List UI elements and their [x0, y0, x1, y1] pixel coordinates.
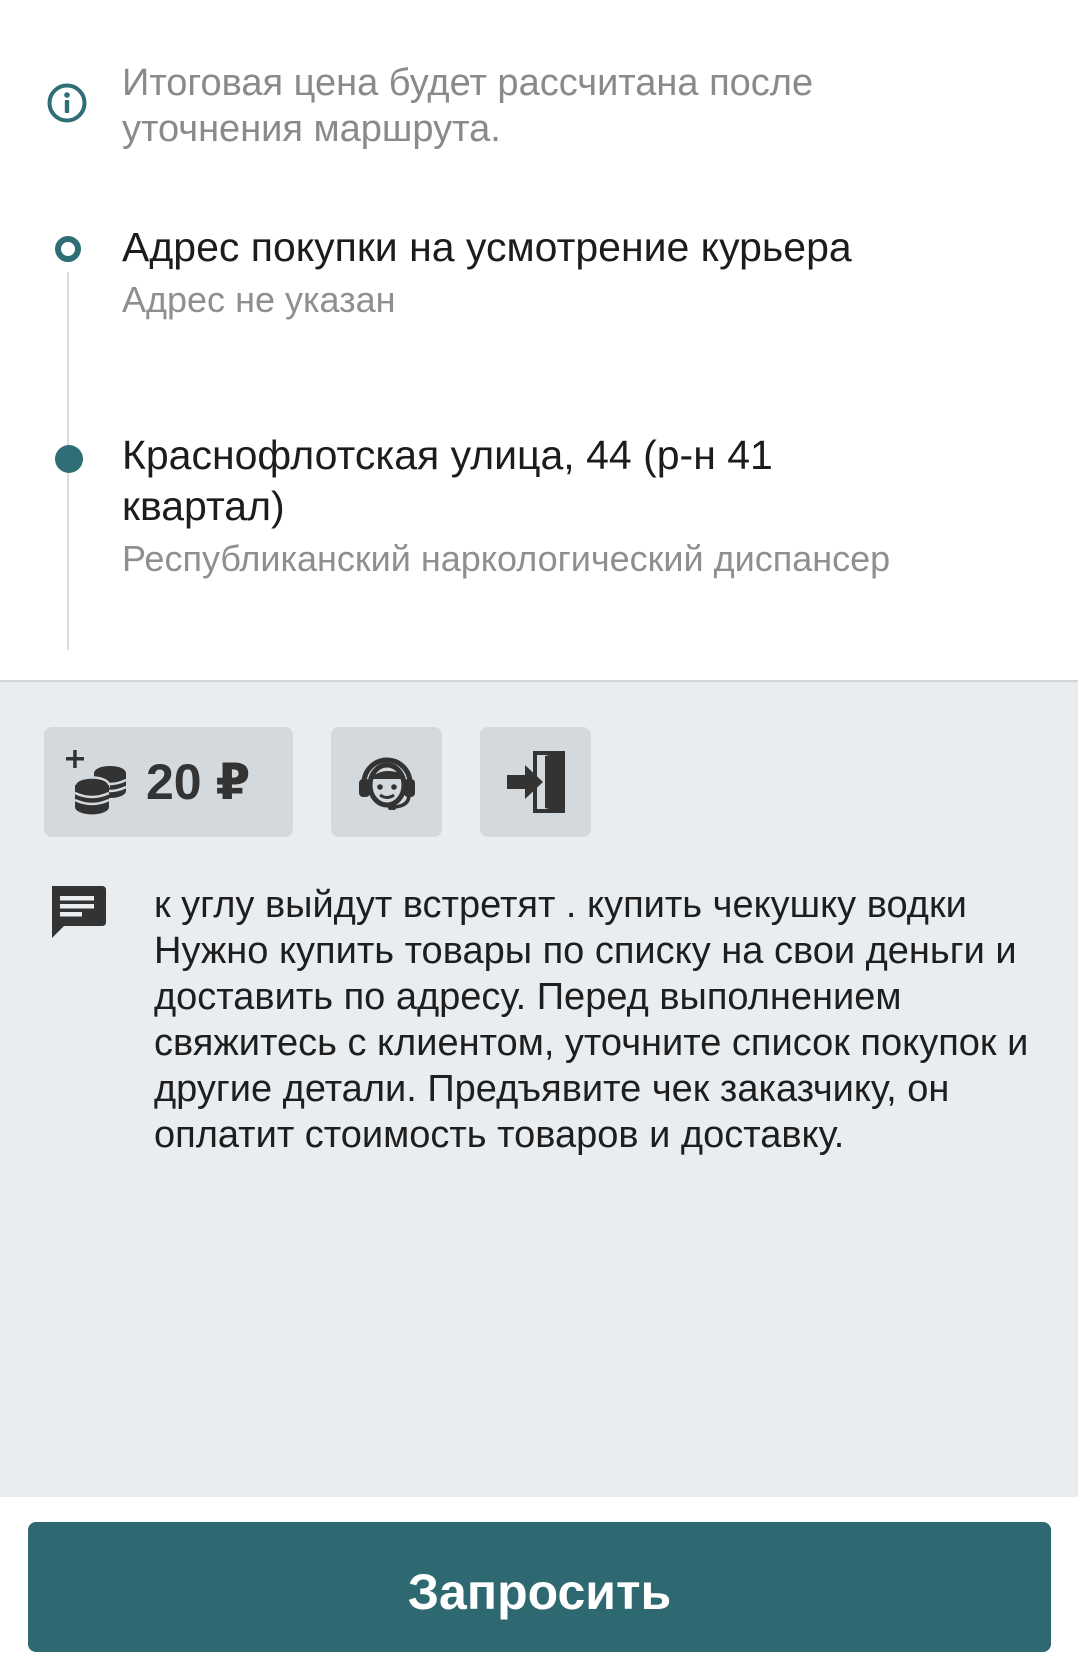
- tip-button[interactable]: 20 ₽: [44, 727, 293, 837]
- price-info-text: Итоговая цена будет рассчитана после уто…: [122, 62, 814, 150]
- request-button[interactable]: Запросить: [28, 1522, 1051, 1652]
- pickup-title: Адрес покупки на усмотрение курьера: [122, 224, 852, 270]
- support-button[interactable]: [331, 727, 442, 837]
- destination-title: Краснофлотская улица, 44 (р-н 41 квартал…: [122, 432, 773, 529]
- add-coins-icon: [66, 750, 127, 815]
- order-comment-text: к углу выйдут встретят . купить чекушку …: [154, 884, 1029, 1156]
- destination-marker-icon: [55, 445, 83, 473]
- enter-door-button[interactable]: [480, 727, 591, 837]
- pickup-subtitle: Адрес не указан: [122, 279, 396, 320]
- route-stop-destination[interactable]: Краснофлотская улица, 44 (р-н 41 квартал…: [122, 430, 942, 581]
- order-details-panel: 20 ₽ к углу выйдут встретят . купить чек…: [0, 680, 1078, 1497]
- support-operator-icon: [358, 757, 415, 810]
- tip-amount: 20 ₽: [146, 754, 251, 810]
- comment-icon: [52, 886, 106, 938]
- route-list: Адрес покупки на усмотрение курьера Адре…: [0, 222, 1078, 650]
- route-stop-pickup[interactable]: Адрес покупки на усмотрение курьера Адре…: [122, 222, 942, 322]
- door-enter-icon: [506, 751, 565, 813]
- info-icon: [47, 83, 87, 123]
- pickup-marker-icon: [55, 236, 81, 262]
- destination-subtitle: Республиканский наркологический диспансе…: [122, 538, 891, 579]
